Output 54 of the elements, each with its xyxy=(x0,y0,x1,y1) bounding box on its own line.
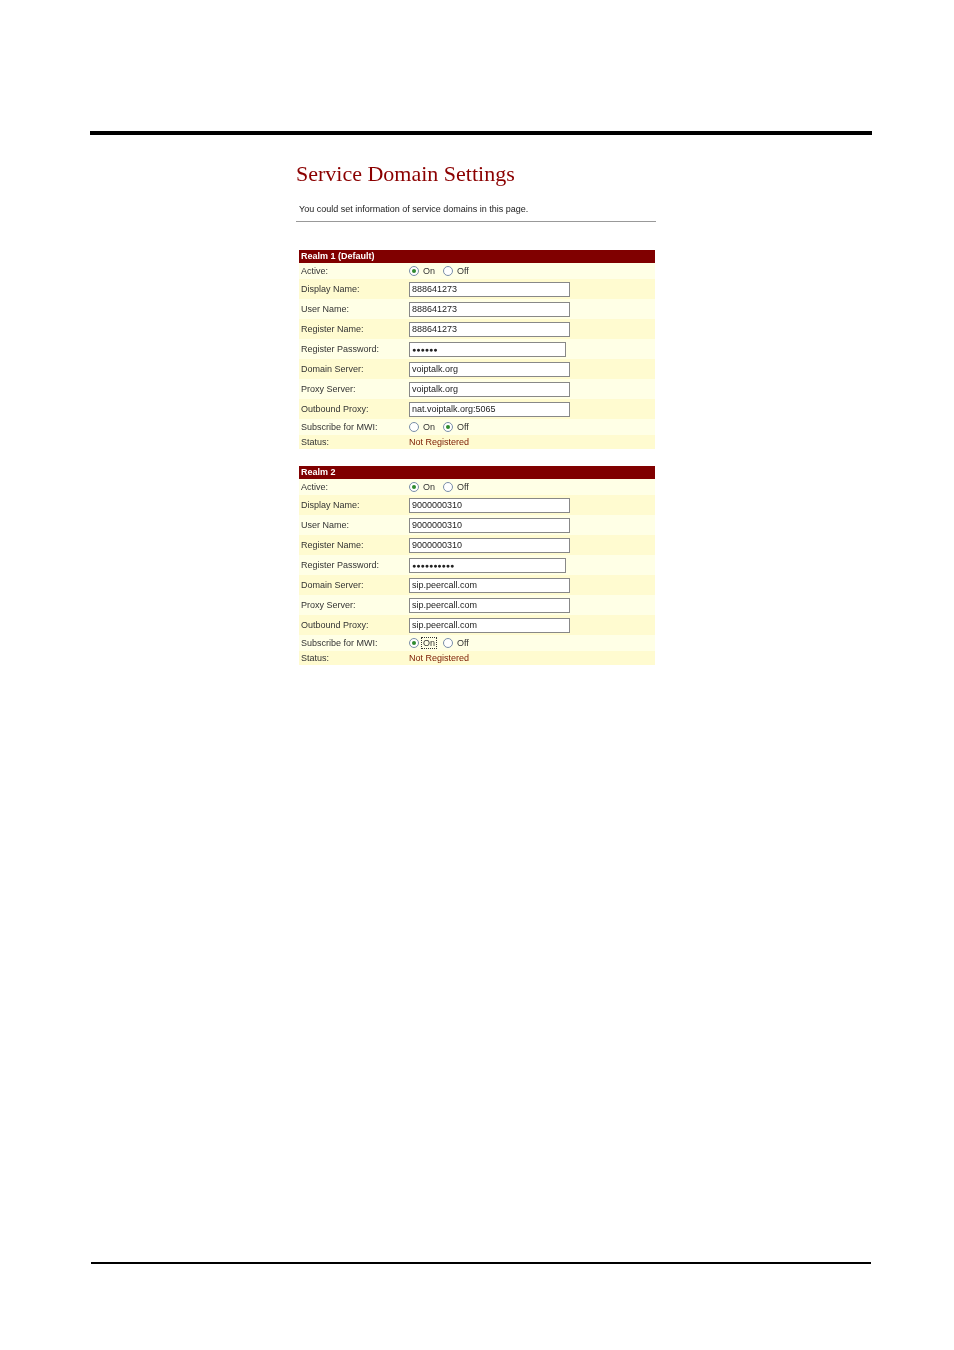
radio-label[interactable]: On xyxy=(421,481,437,493)
input-field[interactable]: sip.peercall.com xyxy=(409,577,570,593)
field-label: Register Name: xyxy=(300,540,365,550)
input-field[interactable]: sip.peercall.com xyxy=(409,597,570,613)
field-label: Active: xyxy=(300,482,329,492)
radio-label[interactable]: Off xyxy=(455,481,471,493)
radio-button[interactable] xyxy=(443,482,453,492)
field-label: Subscribe for MWI: xyxy=(300,638,379,648)
field-label: Domain Server: xyxy=(300,364,365,374)
field-label: Register Password: xyxy=(300,344,381,354)
radio-button[interactable] xyxy=(443,422,453,432)
input-field[interactable]: 888641273 xyxy=(409,321,570,337)
input-field[interactable]: nat.voiptalk.org:5065 xyxy=(409,401,570,417)
status-value: Not Registered xyxy=(409,437,470,447)
section-header: Realm 1 (Default) xyxy=(299,250,655,263)
input-field[interactable]: 9000000310 xyxy=(409,537,570,553)
input-field[interactable]: voiptalk.org xyxy=(409,361,570,377)
input-field[interactable]: 888641273 xyxy=(409,281,570,297)
radio-label[interactable]: Off xyxy=(455,265,471,277)
input-field[interactable]: 888641273 xyxy=(409,301,570,317)
page-description: You could set information of service domains in this page. xyxy=(299,203,530,215)
field-label: Active: xyxy=(300,266,329,276)
field-label: Display Name: xyxy=(300,500,361,510)
field-label: Register Password: xyxy=(300,560,381,570)
field-label: User Name: xyxy=(300,304,350,314)
radio-button[interactable] xyxy=(409,482,419,492)
field-label: Outbound Proxy: xyxy=(300,404,370,414)
input-field[interactable]: sip.peercall.com xyxy=(409,617,570,633)
field-label: Proxy Server: xyxy=(300,600,357,610)
radio-label[interactable]: On xyxy=(421,421,437,433)
input-field[interactable]: voiptalk.org xyxy=(409,381,570,397)
radio-label[interactable]: On xyxy=(421,637,437,649)
field-label: Proxy Server: xyxy=(300,384,357,394)
radio-label[interactable]: Off xyxy=(455,421,471,433)
field-label: Domain Server: xyxy=(300,580,365,590)
field-label: Subscribe for MWI: xyxy=(300,422,379,432)
radio-button[interactable] xyxy=(409,638,419,648)
field-label: Status: xyxy=(300,437,330,447)
page-title: Service Domain Settings xyxy=(296,161,516,187)
radio-button[interactable] xyxy=(443,638,453,648)
field-label: Register Name: xyxy=(300,324,365,334)
field-label: Display Name: xyxy=(300,284,361,294)
field-label: User Name: xyxy=(300,520,350,530)
radio-button[interactable] xyxy=(409,266,419,276)
section-header: Realm 2 xyxy=(299,466,655,479)
input-field[interactable]: 9000000310 xyxy=(409,497,570,513)
input-field[interactable]: 9000000310 xyxy=(409,517,570,533)
field-label: Outbound Proxy: xyxy=(300,620,370,630)
radio-label[interactable]: On xyxy=(421,265,437,277)
radio-label[interactable]: Off xyxy=(455,637,471,649)
radio-button[interactable] xyxy=(409,422,419,432)
radio-button[interactable] xyxy=(443,266,453,276)
field-label: Status: xyxy=(300,653,330,663)
status-value: Not Registered xyxy=(409,653,470,663)
